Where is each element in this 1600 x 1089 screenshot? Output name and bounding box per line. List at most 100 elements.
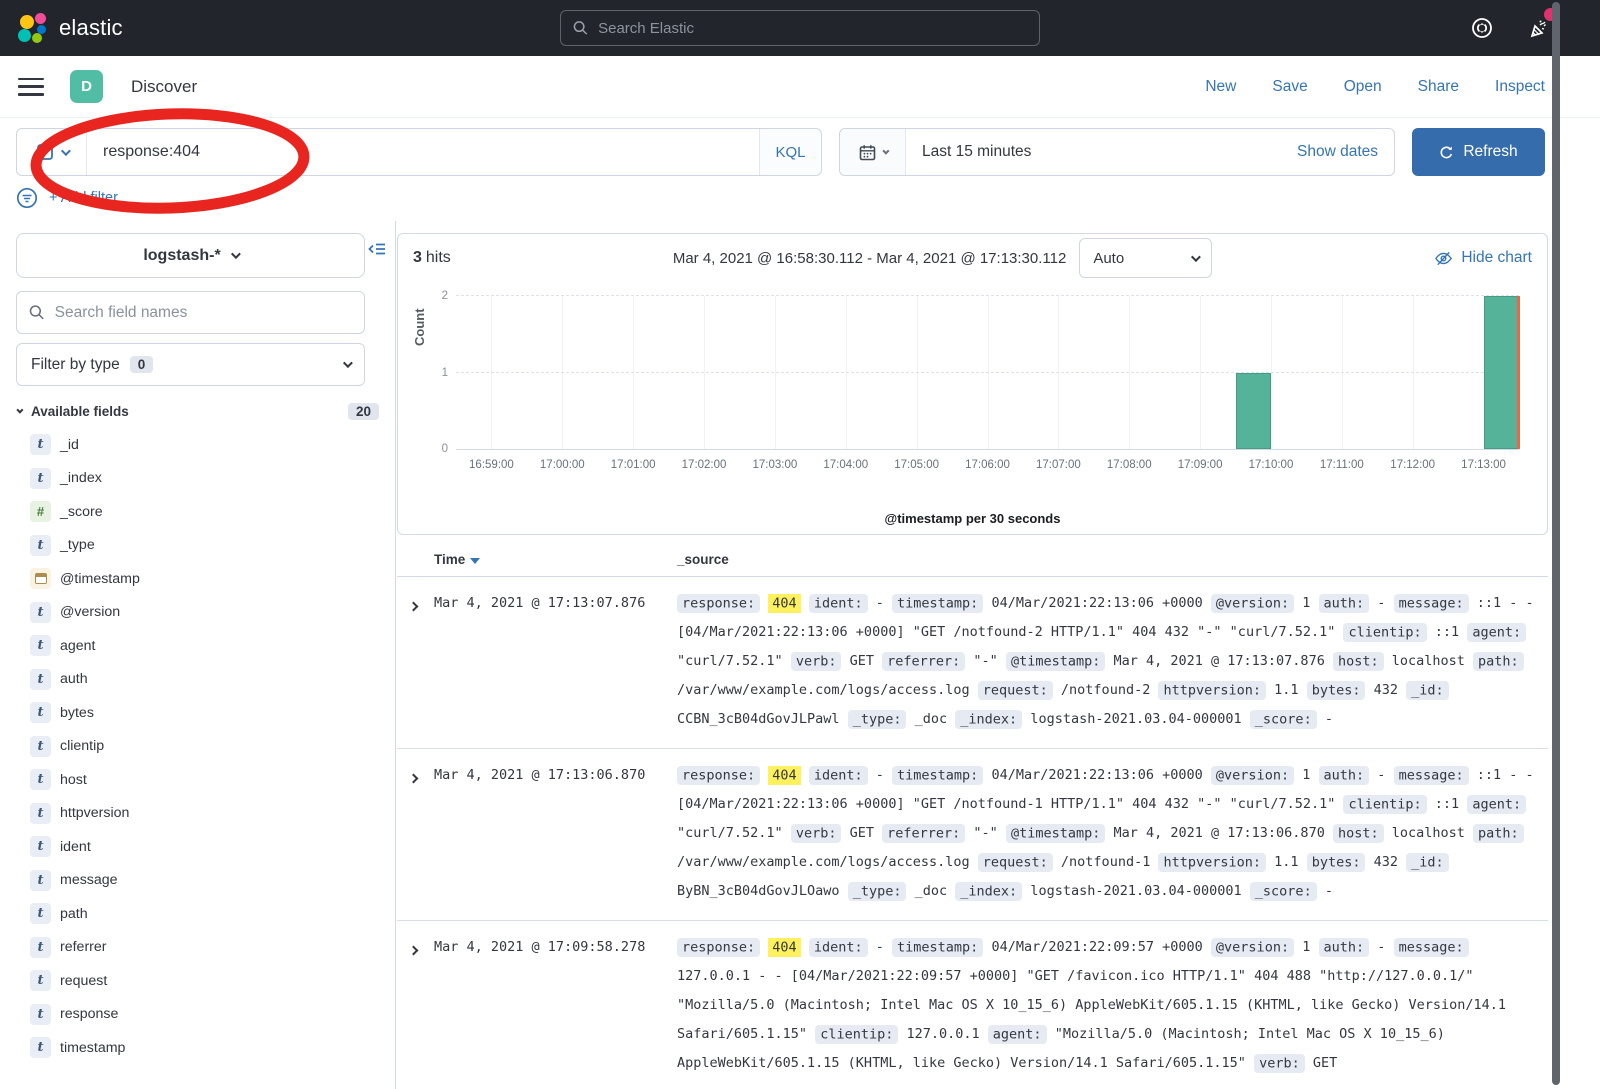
hide-chart-button[interactable]: Hide chart: [1434, 249, 1532, 268]
field-item-@timestamp[interactable]: @timestamp: [0, 562, 395, 596]
field-key-badge: timestamp:: [892, 938, 983, 957]
query-input[interactable]: response:404: [87, 143, 759, 161]
field-search-input[interactable]: [55, 304, 352, 322]
discover-app-icon[interactable]: D: [70, 70, 103, 103]
global-search-input[interactable]: [598, 20, 1027, 37]
string-field-icon: t: [30, 535, 51, 556]
save-button[interactable]: Save: [1272, 78, 1307, 96]
elastic-logo[interactable]: elastic: [18, 13, 123, 43]
x-tick-label: 17:12:00: [1390, 459, 1435, 471]
page-title: Discover: [131, 77, 197, 97]
expand-row-icon[interactable]: [397, 761, 434, 906]
refresh-button[interactable]: Refresh: [1412, 128, 1545, 176]
field-item-ident[interactable]: tident: [0, 830, 395, 864]
field-key-badge: _index:: [955, 882, 1022, 901]
field-item-_score[interactable]: #_score: [0, 495, 395, 529]
field-item-referrer[interactable]: treferrer: [0, 931, 395, 965]
field-name: _type: [60, 537, 95, 553]
field-item-agent[interactable]: tagent: [0, 629, 395, 663]
field-key-badge: message:: [1394, 766, 1469, 785]
field-item-auth[interactable]: tauth: [0, 663, 395, 697]
field-item-_type[interactable]: t _type: [0, 529, 395, 563]
field-key-badge: response:: [677, 766, 760, 785]
field-item-response[interactable]: tresponse: [0, 998, 395, 1032]
x-tick-label: 17:06:00: [965, 459, 1010, 471]
query-language-button[interactable]: KQL: [759, 129, 821, 175]
field-item-_id[interactable]: t_id: [0, 428, 395, 462]
x-tick-label: 16:59:00: [469, 459, 514, 471]
menu-icon[interactable]: [18, 78, 44, 96]
brand-name: elastic: [59, 15, 123, 41]
string-field-icon: t: [30, 468, 51, 489]
field-search[interactable]: [16, 291, 365, 334]
expand-row-icon[interactable]: [397, 933, 434, 1078]
field-list: t_idt_index#_scoret_type@timestampt@vers…: [0, 428, 395, 1065]
available-fields-label: Available fields: [31, 404, 129, 419]
field-key-badge: @version:: [1211, 766, 1294, 785]
show-dates-button[interactable]: Show dates: [1297, 143, 1394, 161]
field-item-message[interactable]: tmessage: [0, 864, 395, 898]
field-key-badge: message:: [1394, 938, 1469, 957]
global-search[interactable]: [560, 10, 1040, 46]
hits-bar: 3hits Mar 4, 2021 @ 16:58:30.112 - Mar 4…: [398, 234, 1547, 282]
histogram-plot: 16:59:0017:00:0017:01:0017:02:0017:03:00…: [456, 296, 1519, 450]
string-field-icon: t: [30, 970, 51, 991]
expand-row-icon[interactable]: [397, 589, 434, 734]
field-key-badge: request:: [978, 681, 1053, 700]
field-item-timestamp[interactable]: ttimestamp: [0, 1031, 395, 1065]
collapse-sidebar-icon[interactable]: [367, 239, 387, 259]
x-tick-label: 17:09:00: [1178, 459, 1223, 471]
time-column-header[interactable]: Time: [434, 552, 677, 567]
y-tick-label: 1: [426, 367, 448, 379]
index-pattern-select[interactable]: logstash-*: [16, 233, 365, 278]
field-key-badge: clientip:: [1343, 623, 1426, 642]
field-name: httpversion: [60, 805, 129, 821]
saved-query-menu-button[interactable]: [17, 129, 87, 175]
time-range-value[interactable]: Last 15 minutes: [906, 143, 1031, 161]
add-filter-button[interactable]: + Add filter: [49, 190, 118, 206]
field-item-request[interactable]: t request: [0, 964, 395, 998]
date-field-icon: [30, 568, 51, 589]
date-picker: Last 15 minutes Show dates: [839, 128, 1395, 176]
table-row: Mar 4, 2021 @ 17:13:06.870response: 404 …: [397, 749, 1548, 921]
field-item-@version[interactable]: t@version: [0, 596, 395, 630]
field-key-badge: clientip:: [815, 1025, 898, 1044]
x-tick-label: 17:13:00: [1461, 459, 1506, 471]
field-key-badge: @version:: [1211, 594, 1294, 613]
field-name: @timestamp: [60, 571, 140, 587]
field-item-_index[interactable]: t_index: [0, 462, 395, 496]
available-fields-header[interactable]: Available fields 20: [16, 403, 379, 420]
string-field-icon: t: [30, 1037, 51, 1058]
field-item-httpversion[interactable]: thttpversion: [0, 797, 395, 831]
scrollbar-thumb[interactable]: [1552, 2, 1560, 1085]
interval-select[interactable]: Auto: [1079, 238, 1212, 278]
field-name: request: [60, 973, 107, 989]
open-button[interactable]: Open: [1344, 78, 1382, 96]
chevron-down-icon: [231, 249, 241, 259]
field-item-bytes[interactable]: tbytes: [0, 696, 395, 730]
app-nav-row: D Discover New Save Open Share Inspect: [0, 56, 1600, 118]
histogram-bar[interactable]: [1236, 373, 1271, 450]
date-quick-select-button[interactable]: [840, 129, 906, 175]
elastic-logo-icon: [18, 13, 48, 43]
field-key-badge: request:: [978, 853, 1053, 872]
field-name: referrer: [60, 939, 107, 955]
field-item-clientip[interactable]: tclientip: [0, 730, 395, 764]
share-button[interactable]: Share: [1418, 78, 1459, 96]
help-icon[interactable]: [1470, 16, 1494, 40]
x-tick-label: 17:00:00: [540, 459, 585, 471]
field-key-badge: agent:: [1467, 795, 1526, 814]
filter-menu-icon[interactable]: [16, 187, 38, 209]
filter-by-type-select[interactable]: Filter by type 0: [16, 343, 365, 386]
field-key-badge: path:: [1473, 824, 1524, 843]
histogram-bar[interactable]: [1484, 296, 1519, 449]
field-name: agent: [60, 638, 96, 654]
highlighted-value: 404: [768, 938, 800, 957]
field-item-path[interactable]: tpath: [0, 897, 395, 931]
field-item-host[interactable]: thost: [0, 763, 395, 797]
string-field-icon: t: [30, 434, 51, 455]
inspect-button[interactable]: Inspect: [1495, 78, 1545, 96]
filter-by-type-label: Filter by type: [31, 356, 120, 374]
new-button[interactable]: New: [1205, 78, 1236, 96]
field-key-badge: timestamp:: [892, 766, 983, 785]
